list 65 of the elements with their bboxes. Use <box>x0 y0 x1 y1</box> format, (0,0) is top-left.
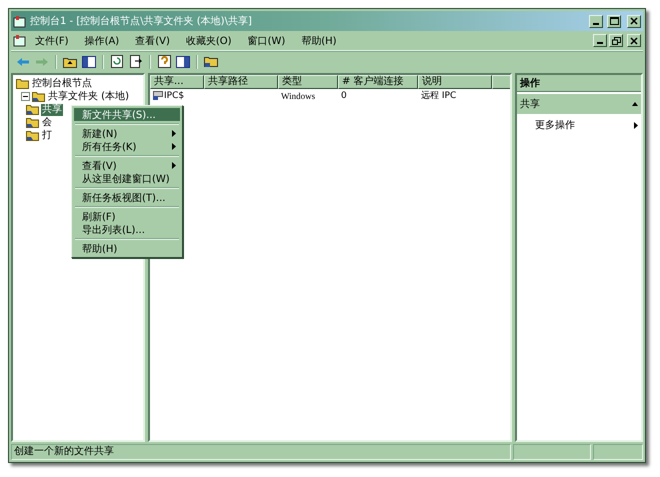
tree-item[interactable]: 共享文件夹 (本地) <box>47 90 130 102</box>
menu-item[interactable]: 帮助(H) <box>74 242 180 255</box>
menu-item[interactable]: 新建(N) <box>74 127 180 140</box>
menu-item[interactable]: 窗口(W) <box>240 32 292 48</box>
menu-item[interactable]: 新任务板视图(T)... <box>74 191 180 204</box>
column-header[interactable]: 共享... <box>150 75 204 89</box>
menu-item[interactable]: 刷新(F) <box>74 210 180 223</box>
console-icon <box>13 14 26 28</box>
submenu-arrow-icon <box>172 162 176 169</box>
maximize-icon <box>610 17 618 25</box>
share-icon <box>153 91 163 100</box>
tree-item[interactable]: 控制台根节点 <box>31 78 93 90</box>
minimize-button[interactable] <box>593 34 607 47</box>
section-title: 共享 <box>520 98 540 111</box>
menu-item[interactable]: 从这里创建窗口(W) <box>74 172 180 185</box>
shared-folder-icon <box>26 130 39 141</box>
help-icon[interactable] <box>156 54 172 70</box>
menu-item[interactable]: 收藏夹(O) <box>178 32 239 48</box>
menu-item[interactable]: 查看(V) <box>128 32 177 48</box>
close-button[interactable] <box>627 34 641 47</box>
submenu-arrow-icon <box>634 122 638 128</box>
table-cell: IPC$ <box>164 90 184 100</box>
window-title: 控制台1 - [控制台根节点\共享文件夹 (本地)\共享] <box>30 14 253 28</box>
column-header[interactable]: 说明 <box>418 75 492 89</box>
tree-item[interactable]: 共享 <box>41 104 63 116</box>
menu-item[interactable]: 查看(V) <box>74 159 180 172</box>
minimize-icon <box>597 42 603 44</box>
shared-folder-icon <box>26 104 39 115</box>
menu-item[interactable]: 文件(F) <box>28 32 76 48</box>
pane-title: 操作 <box>517 75 641 92</box>
close-icon <box>630 36 638 44</box>
collapse-icon[interactable] <box>21 92 30 101</box>
minimize-icon <box>593 22 599 24</box>
refresh-icon[interactable] <box>109 54 125 70</box>
action-pane-icon[interactable] <box>175 54 191 70</box>
menu-item[interactable]: 新文件共享(S)... <box>74 108 180 121</box>
restore-button[interactable] <box>609 34 623 47</box>
folder-icon <box>16 78 29 89</box>
shared-folder-icon <box>32 91 45 102</box>
column-header[interactable]: # 客户端连接 <box>338 75 418 89</box>
menu-item[interactable]: 操作(A) <box>78 32 126 48</box>
column-header[interactable]: 类型 <box>278 75 338 89</box>
console-icon <box>13 34 26 47</box>
maximize-button[interactable] <box>607 14 621 28</box>
close-button[interactable] <box>627 14 641 28</box>
table-cell: 0 <box>341 90 347 100</box>
status-panel <box>593 444 643 460</box>
menu-item[interactable]: 帮助(H) <box>294 32 344 48</box>
collapse-icon[interactable] <box>632 102 638 106</box>
menu-item[interactable]: 导出列表(L)... <box>74 223 180 236</box>
shared-folder-icon <box>26 117 39 128</box>
column-header[interactable]: 共享路径 <box>204 75 278 89</box>
section-header[interactable]: 共享 <box>517 94 641 114</box>
tree-pane-icon[interactable] <box>81 54 97 70</box>
action-link[interactable]: 更多操作 <box>535 118 575 132</box>
table-cell-text: 远程 IPC <box>421 90 456 102</box>
tree-item[interactable]: 会 <box>41 116 53 128</box>
tree-item[interactable]: 打 <box>41 130 53 142</box>
export-icon[interactable] <box>128 54 144 70</box>
minimize-button[interactable] <box>589 14 603 28</box>
menu-item[interactable]: 所有任务(K) <box>74 140 180 153</box>
status-text: 创建一个新的文件共享 <box>11 444 511 460</box>
table-cell: Windows <box>281 90 316 100</box>
close-icon <box>630 17 638 25</box>
restore-icon <box>612 36 620 44</box>
